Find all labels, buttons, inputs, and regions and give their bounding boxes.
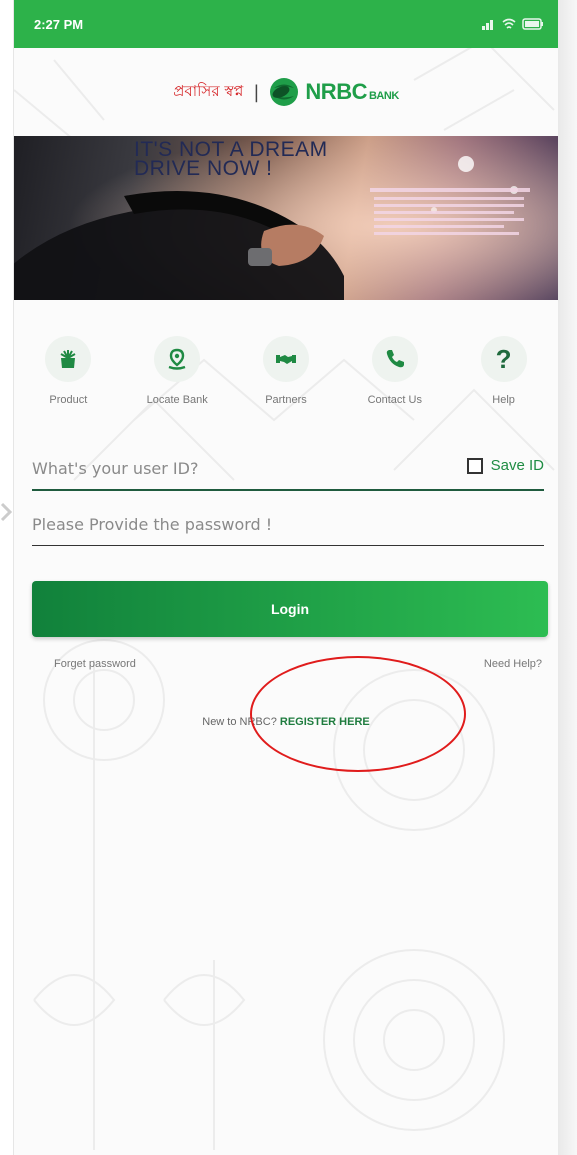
quick-action-partners[interactable]: Partners	[236, 336, 336, 406]
phone-icon	[371, 336, 418, 382]
save-id-checkbox[interactable]	[466, 457, 483, 474]
quick-action-label: Product	[49, 394, 88, 406]
quick-action-product[interactable]: Product	[18, 336, 118, 406]
quick-action-label: Partners	[265, 394, 307, 406]
banner-line-2: DRIVE NOW !	[134, 157, 273, 180]
brand-separator: |	[253, 81, 260, 103]
login-button[interactable]: Login	[32, 581, 548, 637]
user-id-field: Save ID	[32, 453, 544, 491]
quick-action-label: Contact Us	[367, 394, 422, 406]
brand-logo: NRBC BANK	[269, 77, 399, 107]
password-field	[32, 511, 544, 546]
quick-action-label: Help	[492, 394, 515, 406]
quick-actions: Product Locate Bank Partners Contact Us …	[14, 336, 558, 406]
forget-password-link[interactable]: Forget password	[54, 658, 136, 670]
brand-name: NRBC BANK	[305, 79, 399, 104]
app-screen: 2:27 PM প্রবাসির স্বপ্ন | NRBC BANK IT'S…	[14, 0, 558, 1155]
status-icons	[482, 18, 544, 30]
signal-icon	[482, 20, 493, 30]
save-id-label: Save ID	[490, 457, 544, 474]
status-bar: 2:27 PM	[14, 0, 558, 48]
wifi-icon	[502, 18, 516, 29]
banner-headline: IT'S NOT A DREAM DRIVE NOW !	[134, 139, 328, 180]
product-icon	[45, 336, 92, 382]
password-input[interactable]	[32, 515, 432, 534]
screen-edge	[558, 0, 577, 1155]
user-id-input[interactable]	[32, 459, 432, 478]
handshake-icon	[262, 336, 309, 382]
promo-banner[interactable]: IT'S NOT A DREAM DRIVE NOW !	[14, 136, 558, 300]
quick-action-label: Locate Bank	[146, 394, 208, 406]
nrbc-globe-icon	[270, 78, 299, 106]
quick-action-contact-us[interactable]: Contact Us	[345, 336, 445, 406]
location-pin-icon	[154, 336, 201, 382]
brand-header: প্রবাসির স্বপ্ন | NRBC BANK	[14, 72, 558, 112]
quick-action-help[interactable]: ? Help	[454, 336, 554, 406]
save-id-toggle[interactable]: Save ID	[466, 457, 544, 474]
question-icon: ?	[480, 336, 527, 382]
need-help-link[interactable]: Need Help?	[484, 658, 542, 670]
status-time: 2:27 PM	[34, 16, 84, 32]
battery-icon	[522, 18, 543, 30]
annotation-circle	[250, 656, 466, 772]
quick-action-locate-bank[interactable]: Locate Bank	[127, 336, 227, 406]
chevron-right-icon	[0, 502, 13, 522]
brand-tagline: প্রবাসির স্বপ্ন	[173, 81, 244, 100]
